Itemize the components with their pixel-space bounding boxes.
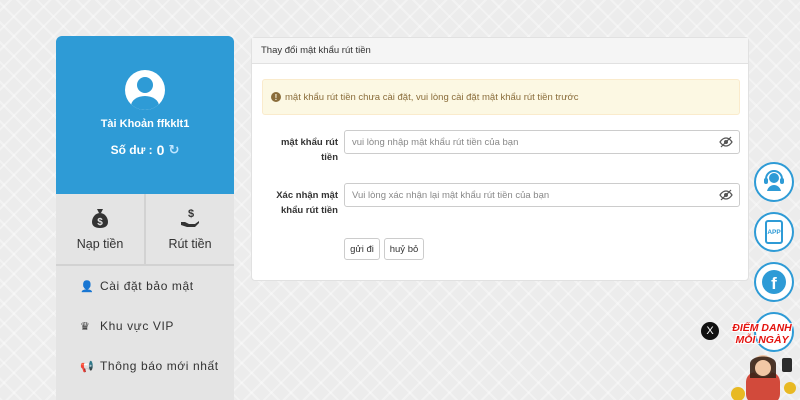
wallet-actions: $ Nạp tiền $ Rút tiền (56, 194, 234, 266)
confirm-password-field[interactable] (344, 183, 740, 207)
app-icon: APP (765, 220, 783, 244)
balance-row: Số dư : 0 ↻ (111, 142, 180, 158)
menu-vip-area[interactable]: ♛ Khu vực VIP (56, 306, 234, 346)
svg-text:$: $ (188, 208, 194, 220)
balance-value: 0 (156, 142, 165, 158)
submit-button[interactable]: gửi đi (344, 238, 380, 260)
profile-card: Tài Khoản ffkklt1 Số dư : 0 ↻ (56, 36, 234, 194)
menu-latest-notices[interactable]: 📢 Thông báo mới nhất (56, 346, 234, 386)
withdraw-password-label: mật khẩu rút tiền (280, 137, 338, 163)
user-lock-icon: 👤 (80, 280, 95, 293)
facebook-icon: f (762, 270, 786, 294)
megaphone-icon: 📢 (80, 360, 95, 373)
account-sidebar: Tài Khoản ffkklt1 Số dư : 0 ↻ $ Nạp tiền… (56, 36, 234, 400)
account-name: Tài Khoản ffkklt1 (100, 118, 190, 130)
balance-label: Số dư : (110, 143, 153, 157)
withdraw-button[interactable]: $ Rút tiền (144, 194, 234, 264)
confirm-password-input[interactable] (352, 189, 719, 201)
deposit-label: Nạp tiền (76, 237, 124, 251)
menu-label: Khu vực VIP (100, 319, 174, 333)
avatar (125, 70, 165, 110)
facebook-button[interactable]: f (754, 262, 794, 302)
panel-title: Thay đổi mật khẩu rút tiền (252, 38, 748, 64)
svg-text:$: $ (97, 217, 103, 228)
money-bag-icon: $ (90, 207, 110, 229)
close-promo-button[interactable]: X (701, 322, 719, 340)
daily-checkin-promo[interactable]: ĐIỂM DANH MỖI NGÀY (724, 322, 800, 400)
warning-icon: ! (271, 92, 281, 102)
warning-alert: ! mật khẩu rút tiền chưa cài đặt, vui lò… (262, 79, 740, 115)
withdraw-password-field[interactable] (344, 130, 740, 154)
vip-crown-icon: ♛ (80, 320, 91, 333)
withdraw-password-input[interactable] (352, 136, 719, 148)
hand-dollar-icon: $ (179, 207, 201, 229)
withdraw-password-panel: Thay đổi mật khẩu rút tiền ! mật khẩu rú… (251, 37, 749, 281)
app-download-button[interactable]: APP (754, 212, 794, 252)
eye-slash-icon[interactable] (719, 135, 733, 149)
eye-slash-icon[interactable] (719, 188, 733, 202)
withdraw-label: Rút tiền (168, 237, 212, 251)
promo-girl-illustration (731, 355, 796, 400)
menu-label: Cài đặt bảo mật (100, 279, 194, 293)
alert-text: mật khẩu rút tiền chưa cài đặt, vui lòng… (285, 91, 579, 103)
promo-title-line-1: ĐIỂM DANH (732, 322, 792, 334)
menu-label: Thông báo mới nhất (100, 359, 219, 373)
confirm-password-label: Xác nhận mật khẩu rút tiền (276, 190, 338, 216)
cancel-button[interactable]: huỷ bỏ (384, 238, 424, 260)
promo-title-line-2: MỖI NGÀY (735, 334, 789, 346)
refresh-icon[interactable]: ↻ (168, 142, 179, 158)
headset-agent-icon (762, 168, 786, 197)
menu-security-settings[interactable]: 👤 Cài đặt bảo mật (56, 266, 234, 306)
deposit-button[interactable]: $ Nạp tiền (56, 194, 144, 264)
support-button[interactable] (754, 162, 794, 202)
